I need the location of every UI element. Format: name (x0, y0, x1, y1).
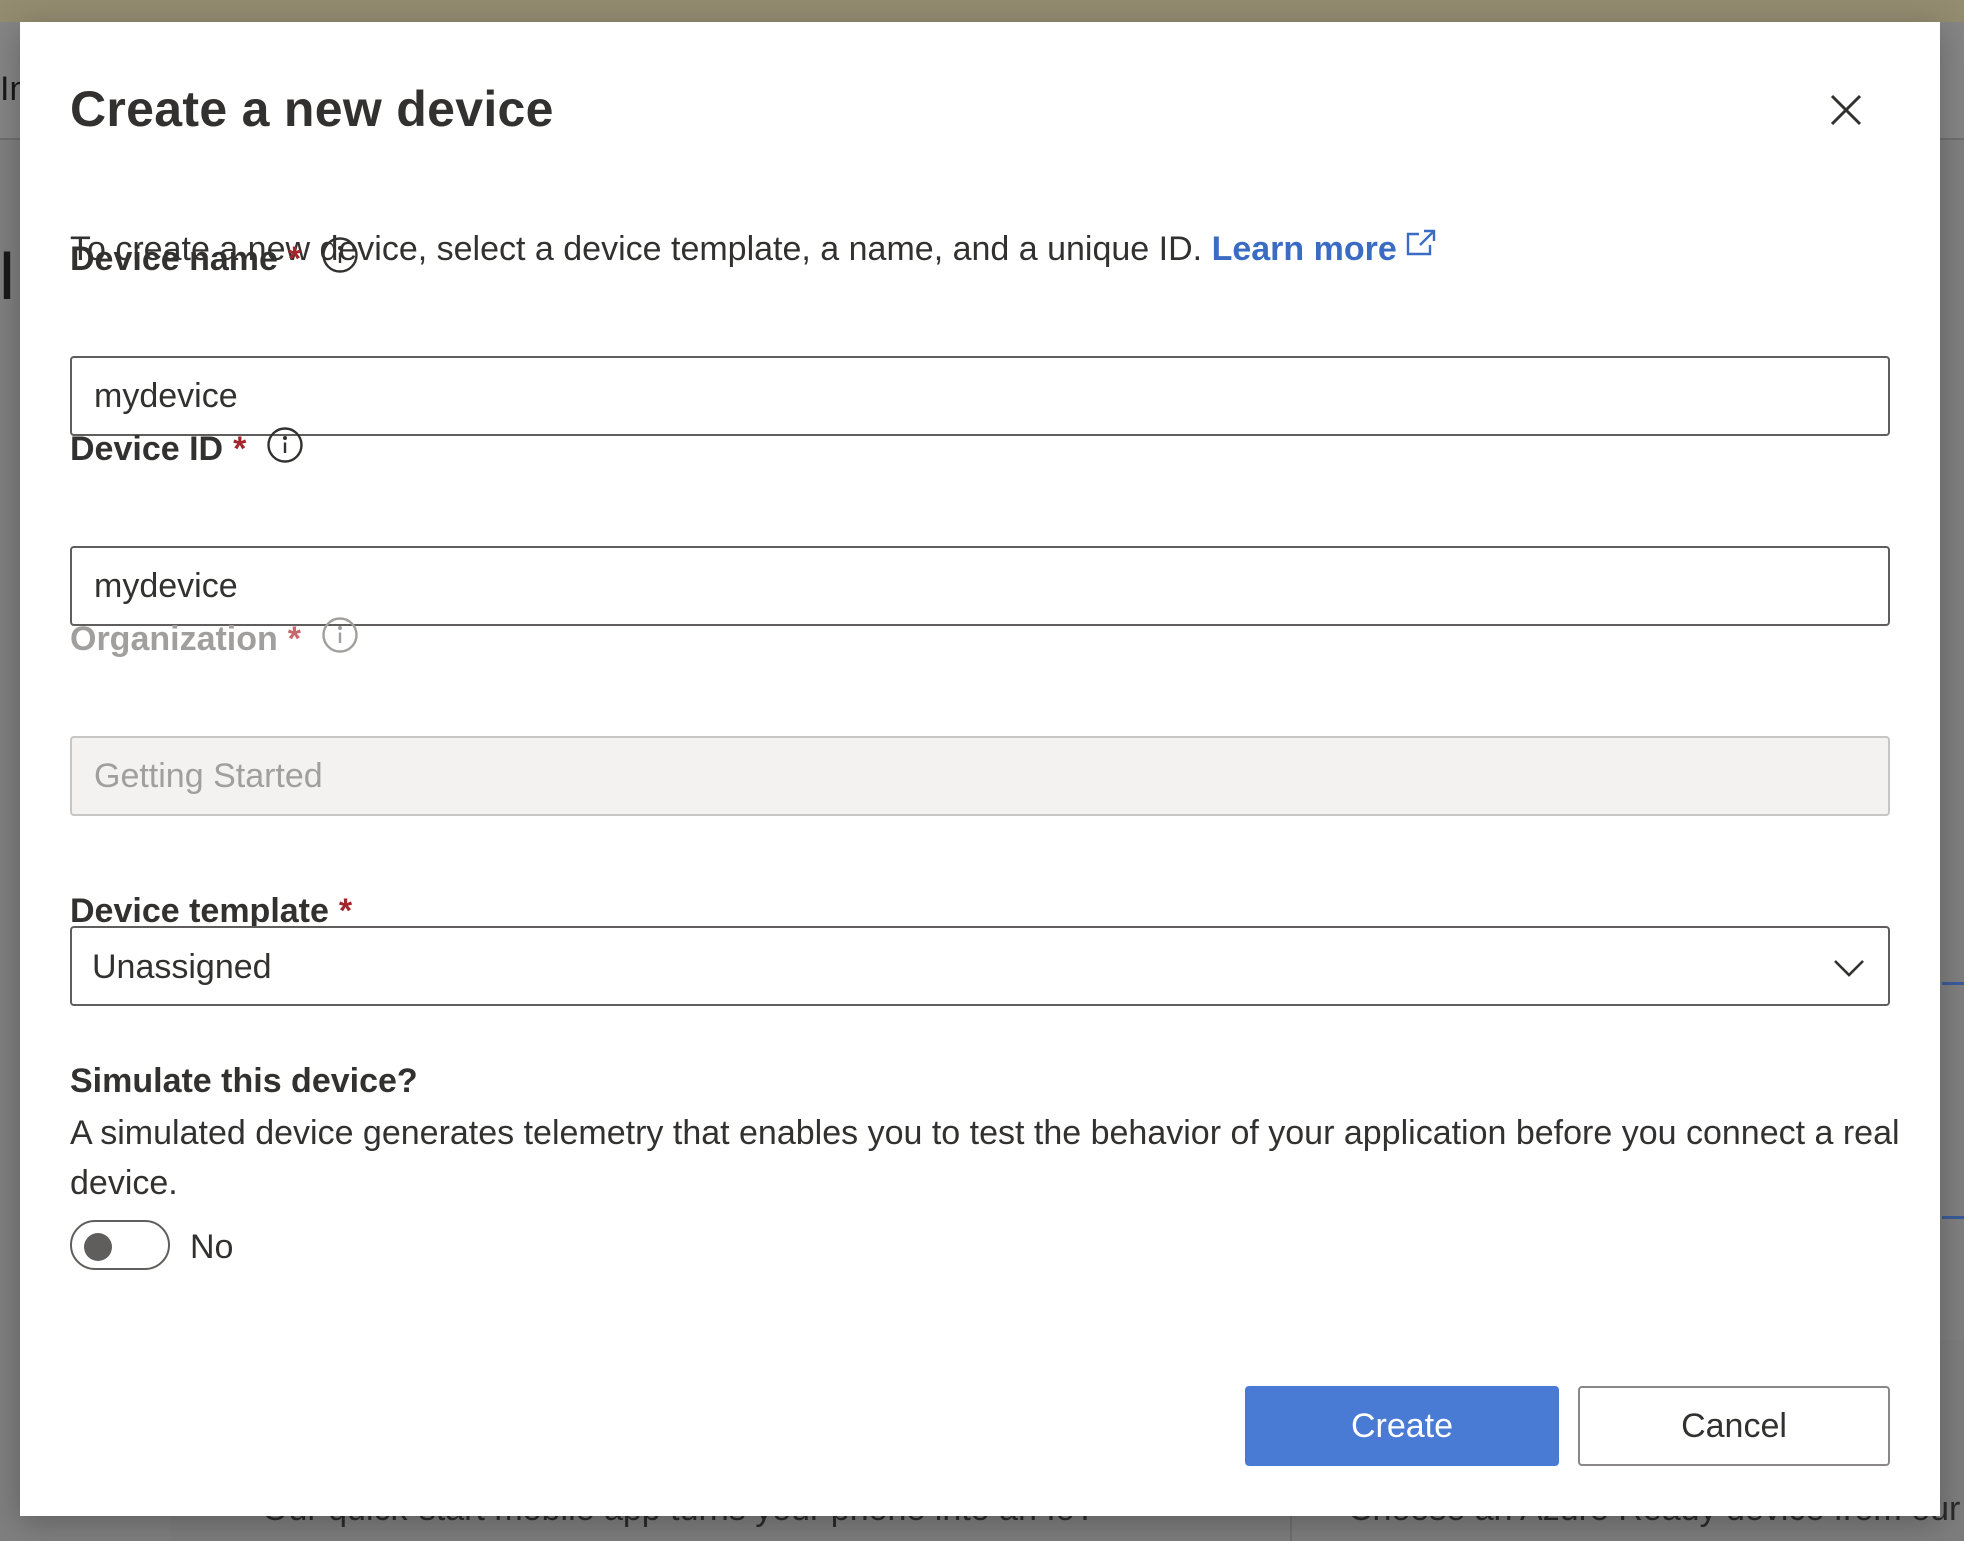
background-banner (0, 0, 1964, 22)
dialog-title: Create a new device (70, 81, 554, 137)
info-icon[interactable] (321, 616, 359, 663)
required-marker: * (287, 240, 302, 278)
simulate-description: A simulated device generates telemetry t… (70, 1114, 1900, 1202)
create-device-dialog: Create a new device To create a new devi… (20, 22, 1940, 1516)
background-accent-line (1942, 1216, 1964, 1219)
device-name-label-text: Device name (70, 240, 278, 278)
device-id-input[interactable] (70, 546, 1890, 626)
required-marker: * (287, 620, 302, 658)
device-id-label-text: Device ID (70, 430, 224, 468)
learn-more-label: Learn more (1211, 230, 1397, 268)
info-icon[interactable] (321, 236, 359, 283)
external-link-icon (1405, 228, 1437, 267)
device-id-label: Device ID * (70, 426, 304, 473)
device-template-dropdown[interactable]: Unassigned (70, 926, 1890, 1006)
device-name-input[interactable] (70, 356, 1890, 436)
create-button[interactable]: Create (1245, 1386, 1559, 1466)
device-name-label: Device name * (70, 236, 359, 283)
cancel-button[interactable]: Cancel (1578, 1386, 1890, 1466)
toggle-knob (84, 1233, 112, 1261)
organization-input (70, 736, 1890, 816)
required-marker: * (233, 430, 247, 468)
background-accent-line (1942, 982, 1964, 985)
simulate-title: Simulate this device? (70, 1062, 418, 1100)
close-button[interactable] (1824, 88, 1868, 132)
close-icon (1830, 94, 1862, 126)
simulate-toggle[interactable] (70, 1220, 170, 1270)
chevron-down-icon (1832, 952, 1866, 987)
simulate-toggle-label: No (190, 1228, 234, 1266)
device-template-selected-value: Unassigned (92, 948, 272, 986)
learn-more-link[interactable]: Learn more (1211, 228, 1437, 268)
info-icon[interactable] (266, 426, 304, 473)
organization-label-text: Organization (70, 620, 278, 658)
organization-label: Organization * (70, 616, 359, 663)
background-heading-fragment: | (0, 243, 14, 299)
